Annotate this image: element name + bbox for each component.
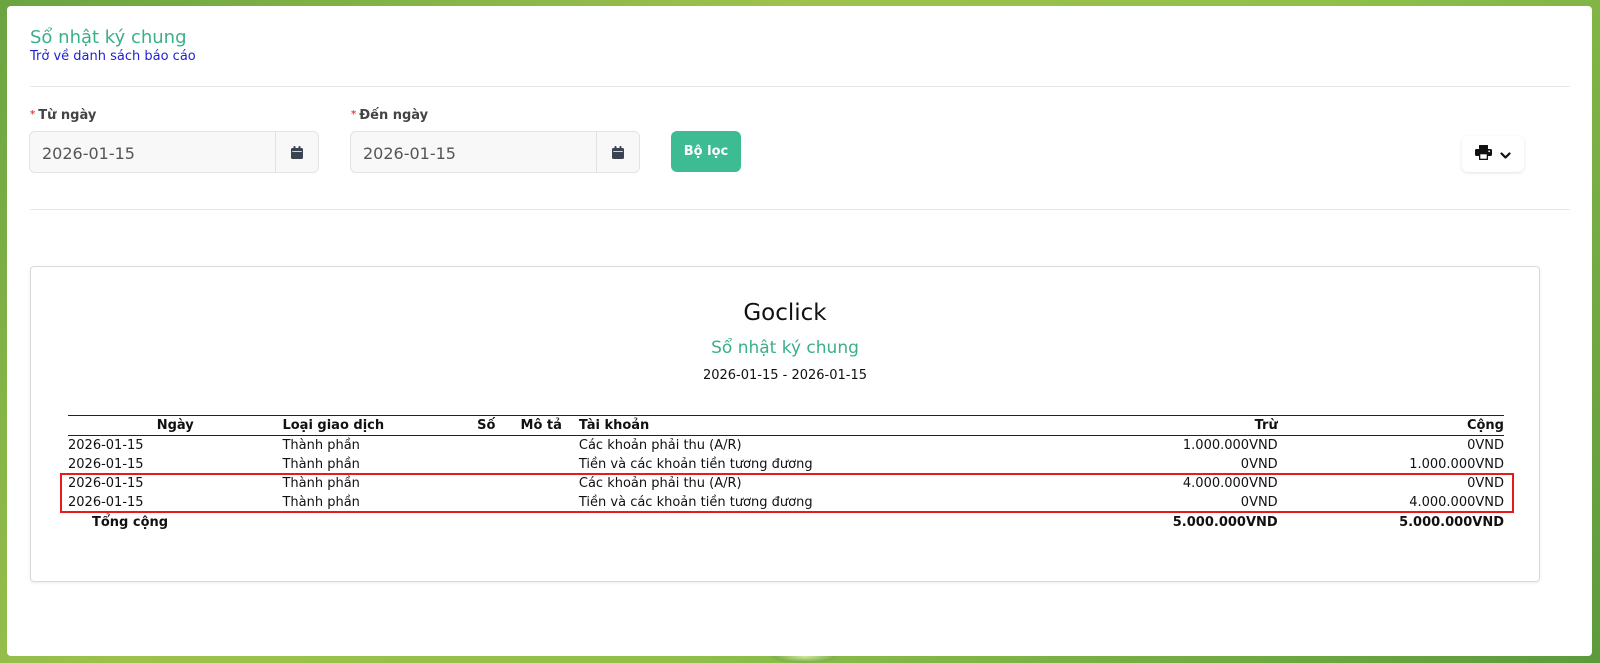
cell-number xyxy=(469,474,503,493)
report-date-range: 2026-01-15 - 2026-01-15 xyxy=(702,368,868,383)
column-header-number: Số xyxy=(469,415,504,436)
cell-date: 2026-01-15 xyxy=(68,457,144,472)
cell-number xyxy=(469,436,503,456)
cell-description xyxy=(504,455,579,474)
empty-cell xyxy=(578,512,1062,532)
cell-account: Các khoản phải thu (A/R) xyxy=(578,438,742,453)
chevron-down-icon xyxy=(1500,145,1511,164)
print-dropdown-button[interactable] xyxy=(1462,136,1524,172)
cell-account: Các khoản phải thu (A/R) xyxy=(578,476,742,491)
journal-table: Ngày Loại giao dịch Số Mô tả Tài khoản T… xyxy=(68,415,1504,532)
cell-type: Thành phần xyxy=(282,495,360,510)
cell-debit: 1.000.000VND xyxy=(1182,438,1278,453)
column-header-debit: Trừ xyxy=(1061,415,1278,436)
report-card: Goclick Sổ nhật ký chung 2026-01-15 - 20… xyxy=(30,266,1540,582)
company-name: Goclick xyxy=(743,300,827,326)
empty-cell xyxy=(503,512,579,532)
cell-type: Thành phần xyxy=(282,457,360,472)
to-date-field[interactable]: 2026-01-15 xyxy=(350,131,640,173)
table-total-row: Tổng cộng 5.000.000VND 5.000.000VND xyxy=(68,512,1504,532)
from-date-label: * Từ ngày xyxy=(30,108,97,123)
column-header-type: Loại giao dịch xyxy=(282,415,470,436)
table-row: 2026-01-15 Thành phần Tiền và các khoản … xyxy=(68,455,1504,474)
calendar-icon[interactable] xyxy=(596,132,639,172)
printer-icon xyxy=(1475,144,1492,164)
column-header-date: Ngày xyxy=(68,415,283,436)
cell-number xyxy=(469,455,503,474)
cell-credit: 1.000.000VND xyxy=(1409,457,1504,472)
table-row: 2026-01-15 Thành phần Các khoản phải thu… xyxy=(68,474,1504,493)
cell-account: Tiền và các khoản tiền tương đương xyxy=(578,495,813,510)
from-date-field[interactable]: 2026-01-15 xyxy=(29,131,319,173)
cell-type: Thành phần xyxy=(282,476,360,491)
cell-type: Thành phần xyxy=(282,438,360,453)
total-label: Tổng cộng xyxy=(68,512,283,532)
cell-date: 2026-01-15 xyxy=(68,438,144,453)
column-header-account: Tài khoản xyxy=(578,415,1062,436)
empty-cell xyxy=(282,512,470,532)
cell-date: 2026-01-15 xyxy=(68,495,144,510)
filter-button[interactable]: Bộ lọc xyxy=(671,131,741,172)
table-row: 2026-01-15 Thành phần Các khoản phải thu… xyxy=(68,436,1504,456)
total-credit: 5.000.000VND xyxy=(1277,512,1504,532)
cell-credit: 4.000.000VND xyxy=(1409,495,1504,510)
required-marker: * xyxy=(30,109,36,120)
page-title: Sổ nhật ký chung xyxy=(30,27,187,48)
from-date-value[interactable]: 2026-01-15 xyxy=(42,144,135,163)
required-marker: * xyxy=(351,109,357,120)
back-to-reports-link[interactable]: Trở về danh sách báo cáo xyxy=(30,49,196,64)
cell-account: Tiền và các khoản tiền tương đương xyxy=(578,457,813,472)
column-header-credit: Cộng xyxy=(1277,415,1504,436)
cell-debit: 0VND xyxy=(1240,495,1278,510)
table-header-row: Ngày Loại giao dịch Số Mô tả Tài khoản T… xyxy=(68,415,1504,436)
cell-debit: 0VND xyxy=(1240,457,1278,472)
cell-description xyxy=(504,474,579,493)
divider xyxy=(30,86,1570,87)
to-date-label: * Đến ngày xyxy=(351,108,429,123)
table-row: 2026-01-15 Thành phần Tiền và các khoản … xyxy=(68,493,1504,513)
empty-cell xyxy=(469,512,504,532)
report-title: Sổ nhật ký chung xyxy=(711,338,859,358)
to-date-value[interactable]: 2026-01-15 xyxy=(363,144,456,163)
cell-number xyxy=(469,493,503,513)
calendar-icon[interactable] xyxy=(275,132,318,172)
cell-debit: 4.000.000VND xyxy=(1182,476,1278,491)
column-header-description: Mô tả xyxy=(503,415,579,436)
total-debit: 5.000.000VND xyxy=(1061,512,1278,532)
cell-description xyxy=(504,493,579,513)
report-page: Sổ nhật ký chung Trở về danh sách báo cá… xyxy=(7,6,1592,656)
cell-credit: 0VND xyxy=(1467,438,1504,453)
cell-date: 2026-01-15 xyxy=(68,476,144,491)
cell-credit: 0VND xyxy=(1467,476,1504,491)
cell-description xyxy=(504,436,579,456)
divider xyxy=(30,209,1570,210)
